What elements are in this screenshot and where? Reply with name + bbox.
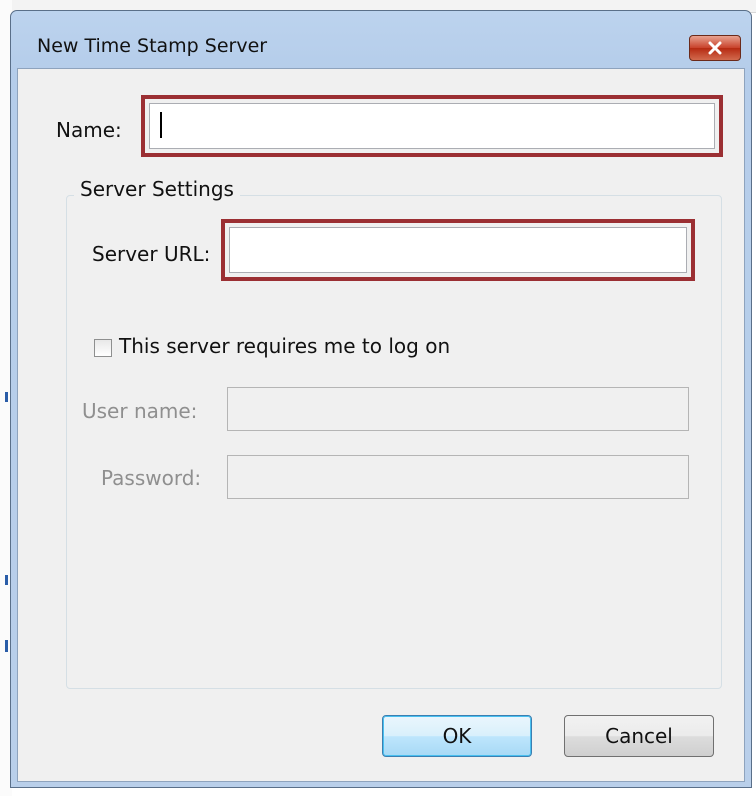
dialog-content: Name: Server Settings Server URL: This s… [17,68,745,782]
server-url-input[interactable] [229,227,687,273]
ok-button[interactable]: OK [382,715,532,757]
close-x-icon [708,41,722,55]
close-button[interactable] [689,35,741,61]
dialog-title: New Time Stamp Server [37,35,268,57]
password-label: Password: [101,466,202,490]
text-caret [160,112,162,138]
login-required-label[interactable]: This server requires me to log on [119,334,450,358]
server-settings-title: Server Settings [74,177,240,201]
background-mark [5,640,8,652]
background-mark [5,575,8,585]
background-mark [5,392,8,402]
username-input[interactable] [227,387,689,431]
cancel-button[interactable]: Cancel [564,715,714,757]
login-required-checkbox[interactable] [94,339,112,357]
password-input[interactable] [227,455,689,499]
name-input[interactable] [149,103,715,149]
name-label: Name: [56,118,122,142]
username-label: User name: [82,399,198,423]
server-url-label: Server URL: [92,242,211,266]
new-time-stamp-server-dialog: New Time Stamp Server Name: Server Setti… [10,10,752,788]
title-bar[interactable]: New Time Stamp Server [11,11,751,69]
